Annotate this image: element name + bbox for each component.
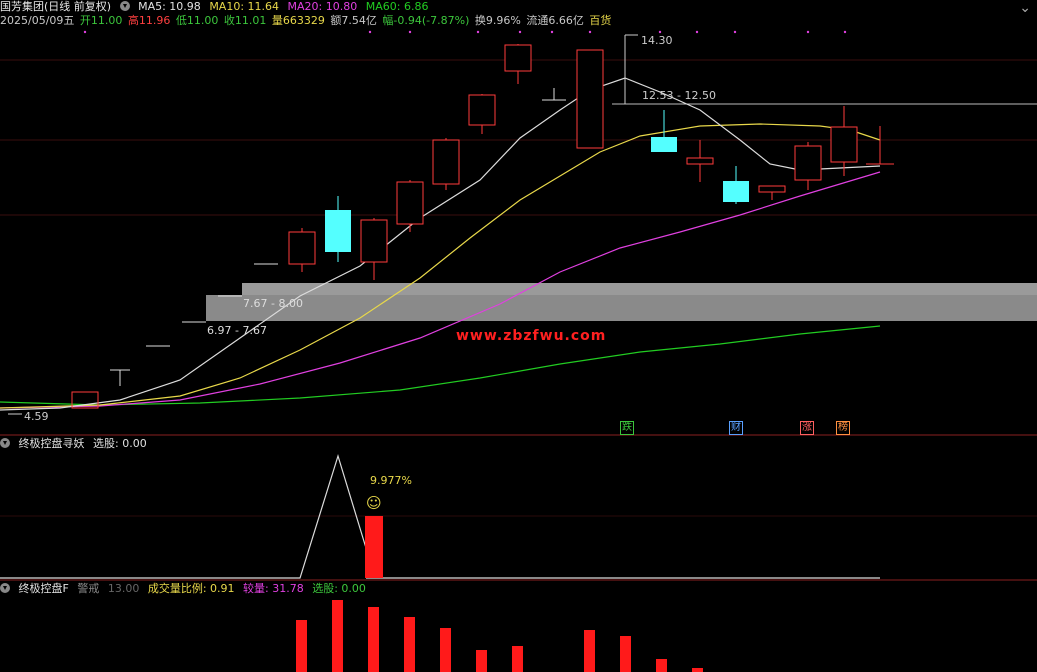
zone-mid-label: 7.67 - 8.00: [243, 297, 303, 310]
panel1-pick: 选股: 0.00: [93, 437, 147, 450]
marker-die[interactable]: 跌: [620, 421, 634, 435]
panel1-dropdown-icon[interactable]: [0, 438, 10, 448]
zone-band-lower: [206, 295, 1037, 321]
panel1-emoji: ☺: [366, 494, 382, 512]
panel1-bar: [365, 516, 383, 578]
panel2-dropdown-icon[interactable]: [0, 583, 10, 593]
panel1-header: 终极控盘寻妖 选股: 0.00: [0, 437, 152, 451]
panel2-vol: 较量: 31.78: [243, 582, 304, 595]
panel1-annotation: 9.977%: [370, 474, 412, 487]
panel2-warn: 警戒: [77, 582, 100, 595]
peak-label: 14.30: [641, 34, 673, 47]
watermark: www.zbzfwu.com: [456, 328, 607, 344]
ma5-line: [0, 77, 881, 411]
panel1-title[interactable]: 终极控盘寻妖: [19, 437, 85, 450]
low-label: 4.59: [24, 410, 49, 423]
panel2-header: 终极控盘F 警戒 13.00 成交量比例: 0.91 较量: 31.78 选股:…: [0, 582, 371, 596]
marker-bang[interactable]: 榜: [836, 421, 850, 435]
candles: [71, 44, 894, 409]
panel1-line: [0, 453, 367, 579]
panel2-bars: [296, 600, 703, 672]
panel2-ratio: 成交量比例: 0.91: [147, 582, 235, 595]
top-dots: [83, 30, 847, 34]
panel2-title[interactable]: 终极控盘F: [19, 582, 69, 595]
ma60-line: [0, 325, 881, 406]
panel2-warn-val: 13.00: [107, 582, 140, 595]
marker-zhang[interactable]: 涨: [800, 421, 814, 435]
panel2-pick: 选股: 0.00: [312, 582, 366, 595]
marker-cai[interactable]: 财: [729, 421, 743, 435]
zone-band-upper: [242, 283, 1037, 295]
